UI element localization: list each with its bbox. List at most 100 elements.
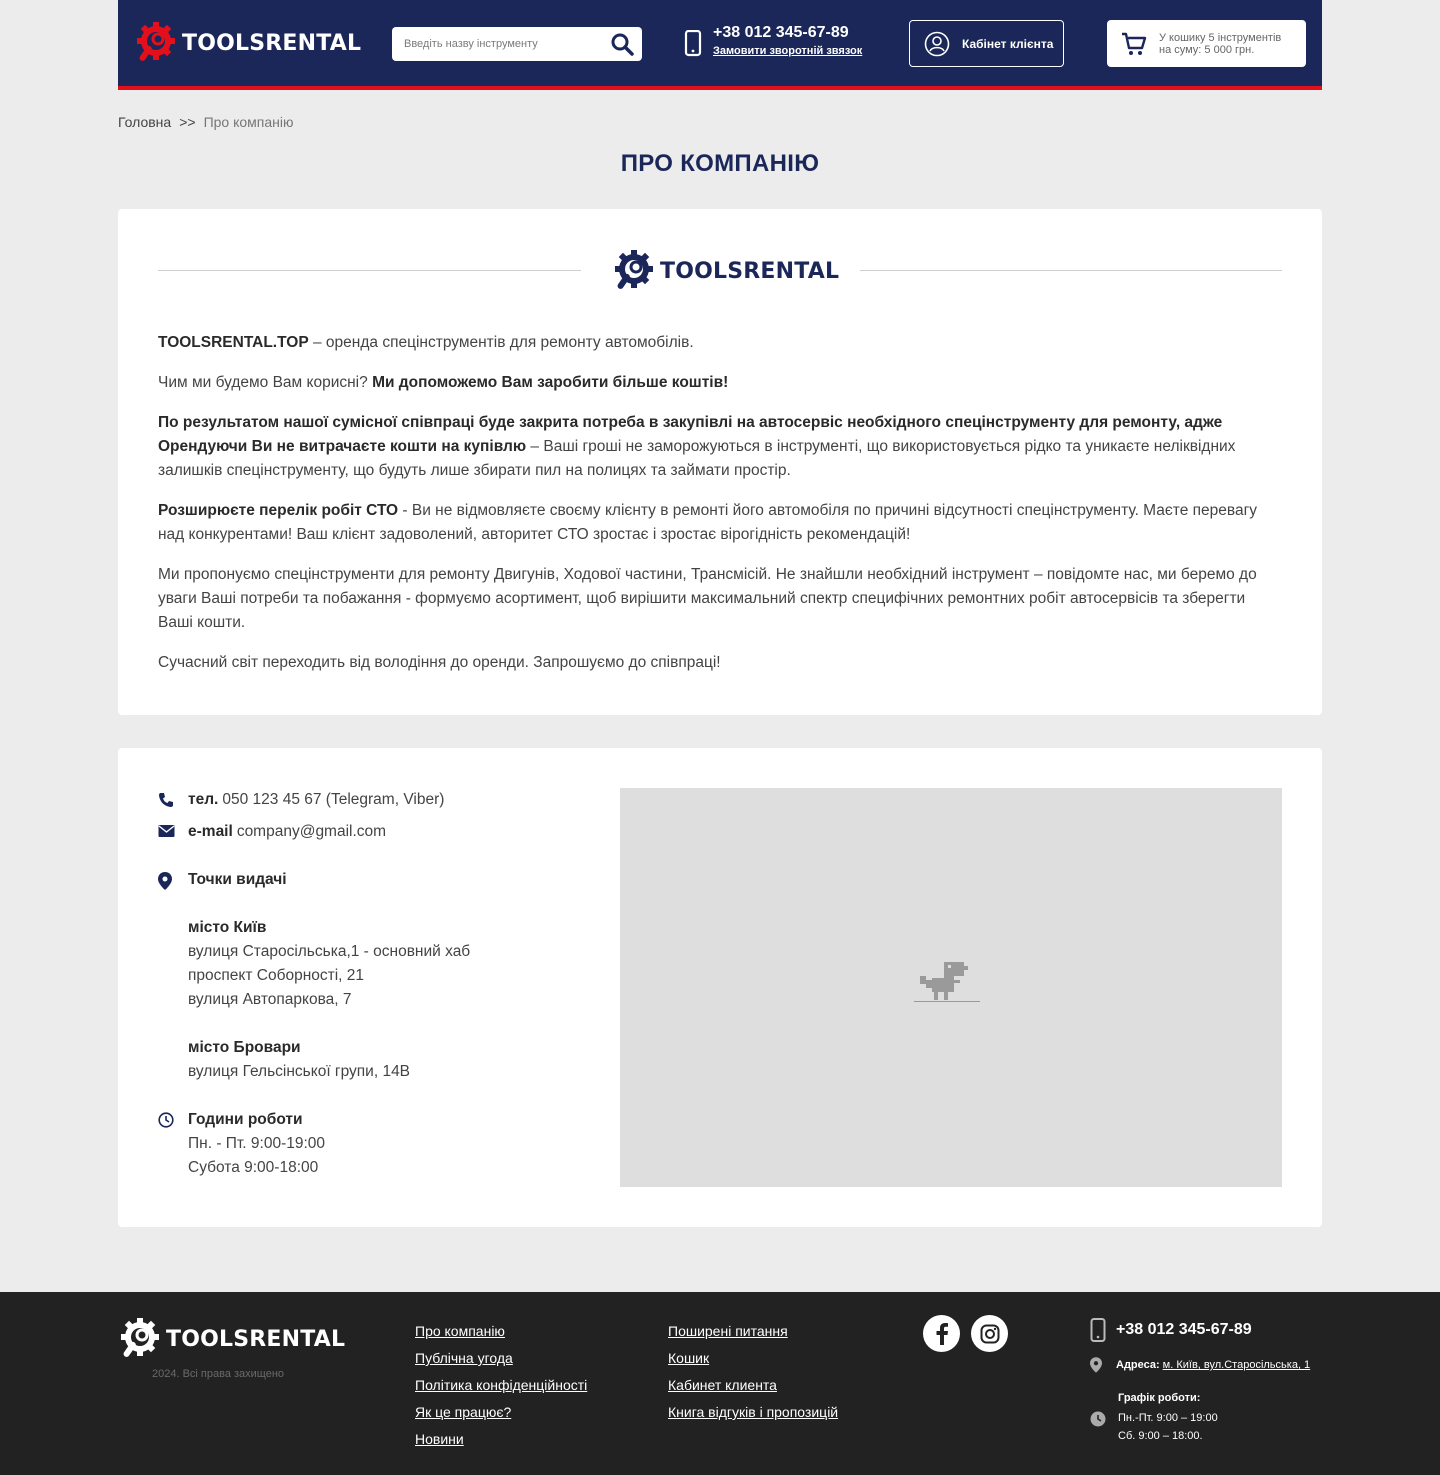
contact-email-row: e-mail company@gmail.com [158,820,386,844]
callback-link[interactable]: Замовити зворотній звязок [713,45,862,57]
about-paragraph: Розширюєте перелік робіт СТО - Ви не від… [158,499,1282,547]
map-pin-icon [1090,1357,1102,1373]
tel-label: тел. [188,791,219,808]
about-paragraph: TOOLSRENTAL.TOP – оренда спецінструменті… [158,331,1282,355]
cart-button[interactable]: У кошику 5 інструментів на суму: 5 000 г… [1107,20,1306,67]
envelope-icon [158,825,175,837]
footer-links-col2: Поширені питання Кошик Кабинет клиента К… [668,1318,838,1426]
footer-links-col1: Про компанію Публічна угода Політика кон… [415,1318,587,1453]
cart-sum-text: на суму: 5 000 грн. [1159,43,1255,56]
site-footer: TOOLSRENTAL 2024. Всі права захищено Про… [0,1292,1440,1475]
schedule-title: Графік роботи: [1118,1392,1201,1404]
contacts-card: тел. 050 123 45 67 (Telegram, Viber) e-m… [118,748,1322,1227]
address-link[interactable]: м. Київ, вул.Старосільська, 1 [1163,1359,1311,1371]
email-value[interactable]: company@gmail.com [237,820,386,844]
header-phone[interactable]: +38 012 345-67-89 [713,24,862,42]
logo-wrench-gear-icon [121,1318,159,1357]
about-paragraph: По результатом нашої сумісної співпраці … [158,411,1282,483]
facebook-button[interactable] [923,1315,960,1352]
footer-link-privacy[interactable]: Політика конфіденційності [415,1377,587,1393]
about-text: TOOLSRENTAL.TOP – оренда спецінструменті… [158,331,1282,691]
map-pin-icon [158,872,172,890]
breadcrumb: Головна >> Про компанію [118,114,294,130]
footer-phone[interactable]: +38 012 345-67-89 [1116,1321,1252,1339]
footer-link-faq[interactable]: Поширені питання [668,1323,788,1339]
about-p4-bold: Розширюєте перелік робіт СТО [158,502,399,519]
logo-text: TOOLSRENTAL [660,258,840,284]
site-header: TOOLSRENTAL +38 012 345-67-89 Замовити з… [118,0,1322,90]
about-paragraph: Чим ми будемо Вам корисні? Ми допоможемо… [158,371,1282,395]
points-label: Точки видачі [188,871,287,888]
logo-text: TOOLSRENTAL [166,1326,346,1352]
schedule-line: Сб. 9:00 – 18:00. [1118,1430,1203,1442]
search-icon[interactable] [610,32,634,56]
about-p2-text: Чим ми будемо Вам корисні? [158,374,373,391]
about-p5-text: Ми пропонуємо спецінструменти для ремонт… [158,566,1257,631]
divider-right [860,270,1282,271]
about-p1-text: – оренда спецінструментів для ремонту ав… [308,334,694,351]
footer-link-how-it-works[interactable]: Як це працює? [415,1404,511,1420]
instagram-icon [980,1324,999,1343]
contact-phone-row: тел. 050 123 45 67 (Telegram, Viber) [158,788,444,812]
footer-logo[interactable]: TOOLSRENTAL [118,1317,345,1361]
user-icon [924,31,950,56]
address-label: Адреса: [1116,1359,1160,1371]
cart-icon [1122,32,1147,55]
header-logo[interactable]: TOOLSRENTAL [134,21,361,65]
breadcrumb-home[interactable]: Головна [118,114,171,130]
header-contact: +38 012 345-67-89 Замовити зворотній звя… [683,24,862,60]
breadcrumb-current: Про компанію [203,114,294,130]
mobile-phone-icon [1090,1318,1106,1342]
clock-icon [158,1112,174,1128]
brovary-address: вулиця Гельсінської групи, 14В [188,1063,411,1080]
facebook-icon [936,1322,948,1345]
footer-phone-row: +38 012 345-67-89 [1090,1318,1252,1342]
map-embed[interactable] [620,788,1282,1187]
copyright: 2024. Всі права захищено [152,1368,285,1380]
footer-schedule-row: Пн.-Пт. 9:00 – 19:00 Сб. 9:00 – 18:00. [1090,1409,1218,1445]
footer-link-news[interactable]: Новини [415,1431,464,1447]
about-paragraph: Сучасний світ переходить від володіння д… [158,651,1282,675]
hours-line: Пн. - Пт. 9:00-19:00 [188,1135,326,1152]
about-p2-bold: Ми допоможемо Вам заробити більше коштів… [372,374,729,391]
mobile-phone-icon [684,30,702,57]
contact-hours-row: Години роботи [158,1108,307,1132]
search-input[interactable] [392,38,592,50]
about-p1-bold: TOOLSRENTAL.TOP [158,334,309,351]
city-brovary: місто Бровари [188,1039,301,1056]
cart-count-text: У кошику 5 інструментів [1159,31,1282,44]
tel-value[interactable]: 050 123 45 67 (Telegram, Viber) [222,788,444,812]
footer-link-reviews[interactable]: Книга відгуків і пропозицій [668,1404,838,1420]
kyiv-address: вулиця Автопаркова, 7 [188,991,352,1008]
kyiv-address: вулиця Старосільська,1 - основний хаб [188,943,471,960]
city-brovary-block: місто Бровари вулиця Гельсінської групи,… [188,1036,410,1084]
about-p6-text: Сучасний світ переходить від володіння д… [158,654,721,671]
client-cabinet-button[interactable]: Кабінет клієнта [909,20,1064,67]
footer-link-about[interactable]: Про компанію [415,1323,505,1339]
dinosaur-icon [914,962,980,1002]
footer-link-cabinet[interactable]: Кабинет клиента [668,1377,777,1393]
logo-wrench-gear-icon [615,250,653,289]
about-paragraph: Ми пропонуємо спецінструменти для ремонт… [158,563,1282,635]
divider-left [158,270,581,271]
footer-address-row: Адреса: м. Київ, вул.Старосільська, 1 [1090,1357,1310,1373]
phone-handset-icon [159,793,173,807]
page-title: ПРО КОМПАНІЮ [620,150,820,177]
contact-points-row: Точки видачі [158,868,291,892]
logo-text: TOOLSRENTAL [182,30,362,56]
instagram-button[interactable] [971,1315,1008,1352]
kyiv-address: проспект Соборності, 21 [188,967,365,984]
about-card: TOOLSRENTAL TOOLSRENTAL.TOP – оренда спе… [118,209,1322,715]
email-label: e-mail [188,823,233,840]
footer-link-cart[interactable]: Кошик [668,1350,709,1366]
city-kyiv-block: місто Київ вулиця Старосільська,1 - осно… [188,916,470,1012]
hours-label: Години роботи [188,1111,303,1128]
city-kyiv: місто Київ [188,919,267,936]
clock-icon [1090,1411,1106,1427]
schedule-line: Пн.-Пт. 9:00 – 19:00 [1118,1412,1218,1424]
logo-wrench-gear-icon [137,22,175,61]
about-logo: TOOLSRENTAL [612,249,839,293]
footer-link-public-agreement[interactable]: Публічна угода [415,1350,513,1366]
hours-block: Пн. - Пт. 9:00-19:00 Субота 9:00-18:00 [188,1132,325,1180]
search-box [392,27,642,61]
